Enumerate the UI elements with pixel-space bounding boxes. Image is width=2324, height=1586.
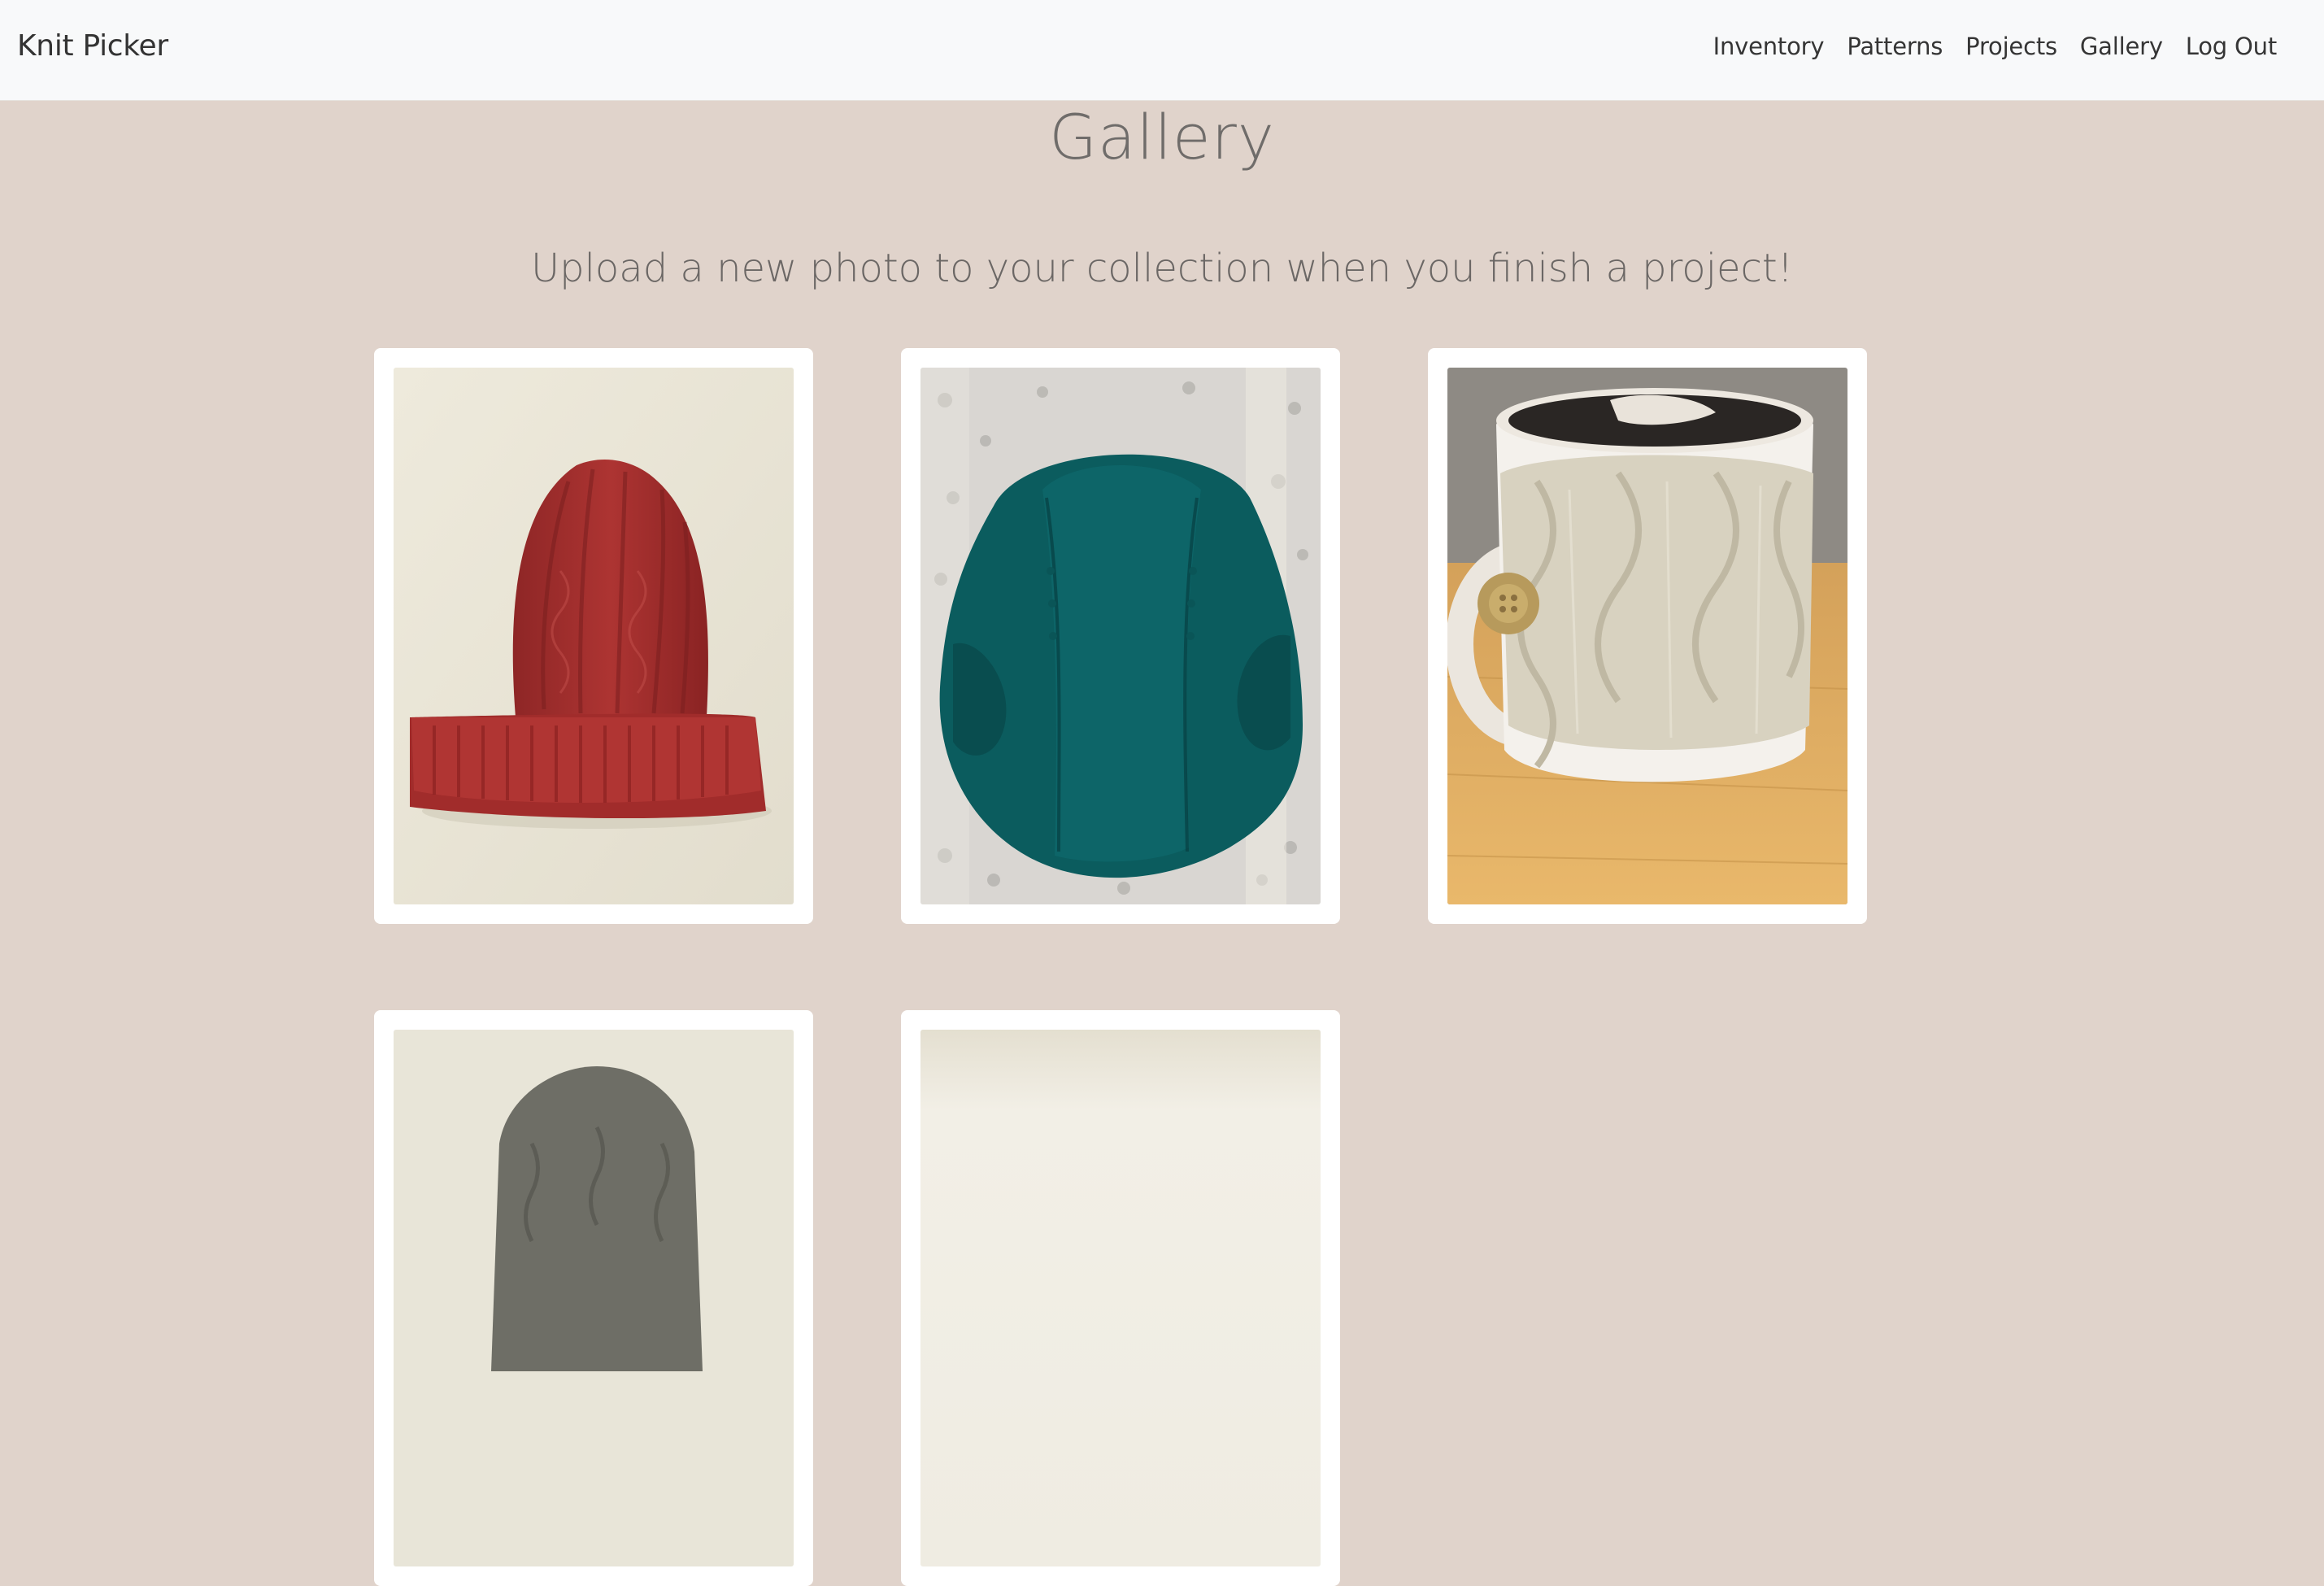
gallery-card-cream-project[interactable] (901, 1010, 1340, 1586)
gallery-card-red-hat[interactable] (374, 348, 813, 924)
nav-link-patterns[interactable]: Patterns (1847, 33, 1943, 60)
page-subtitle: Upload a new photo to your collection wh… (530, 246, 1793, 291)
photo-mug-cozy (1447, 368, 1847, 904)
nav-link-log-out[interactable]: Log Out (2186, 33, 2277, 60)
photo-cream-project (920, 1030, 1321, 1566)
brand-link[interactable]: Knit Picker (17, 29, 168, 63)
page-title: Gallery (1049, 101, 1275, 173)
gallery-card-gray-hat[interactable] (374, 1010, 813, 1586)
photo-gray-hat (394, 1030, 794, 1566)
photo-red-hat (394, 368, 794, 904)
nav-link-gallery[interactable]: Gallery (2080, 33, 2163, 60)
gallery-card-teal-shrug[interactable] (901, 348, 1340, 924)
navbar: Knit Picker Inventory Patterns Projects … (0, 0, 2324, 101)
nav-links: Inventory Patterns Projects Gallery Log … (1713, 33, 2278, 60)
nav-link-inventory[interactable]: Inventory (1713, 33, 1825, 60)
photo-teal-shrug (920, 368, 1321, 904)
gallery-card-mug-cozy[interactable] (1428, 348, 1867, 924)
nav-link-projects[interactable]: Projects (1965, 33, 2057, 60)
